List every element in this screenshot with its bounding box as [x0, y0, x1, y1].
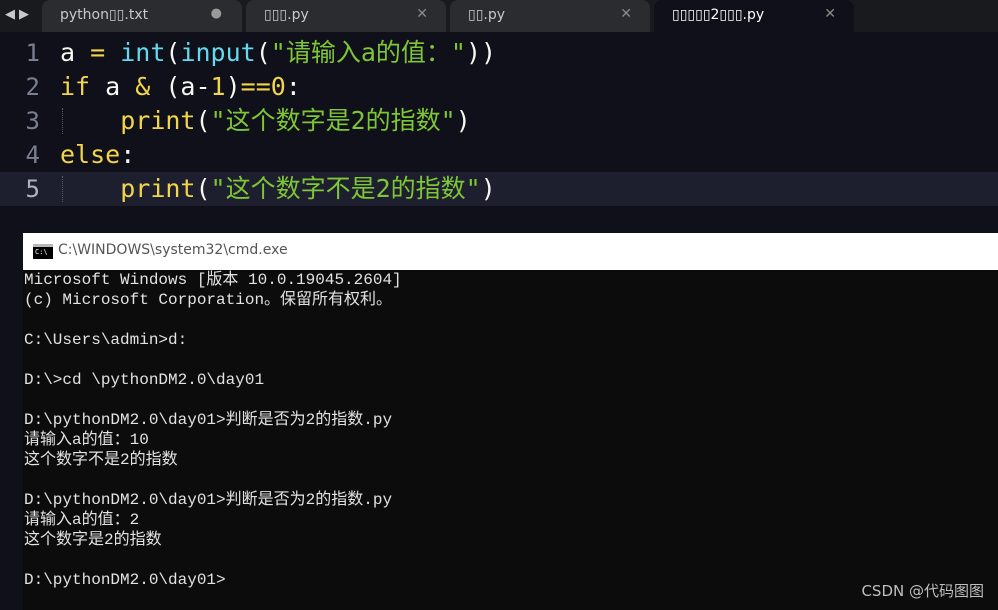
code-token: "这个数字是2的指数" [210, 106, 456, 135]
console-line: D:\pythonDM2.0\day01>判断是否为2的指数.py [24, 411, 393, 429]
code-token: a [90, 72, 136, 101]
code-editor[interactable]: 1 a = int(input("请输入a的值：")) 2 if a & (a-… [0, 32, 998, 232]
line-number: 3 [25, 107, 40, 135]
code-token: print [120, 106, 196, 135]
code-token: else [60, 140, 121, 169]
editor-tab-bar: ◀ ▶ python▯▯.txt ● ▯▯▯.py ✕ ▯▯.py ✕ ▯▯▯▯… [0, 0, 998, 32]
code-token: ( [195, 174, 211, 203]
terminal-icon: C:\ [33, 244, 53, 259]
code-token: )) [465, 38, 497, 67]
code-token: "这个数字不是2的指数" [210, 174, 481, 203]
code-token: : [285, 72, 301, 101]
code-text[interactable]: a = int(input("请输入a的值：")) [60, 36, 496, 70]
tab-label: ▯▯▯.py [264, 7, 309, 23]
console-output[interactable]: Microsoft Windows [版本 10.0.19045.2604] (… [23, 270, 998, 610]
close-icon[interactable]: ✕ [620, 6, 632, 22]
code-text[interactable]: else: [60, 138, 135, 172]
code-token: == [240, 72, 271, 101]
line-number: 2 [25, 73, 40, 101]
code-token: : [120, 140, 136, 169]
tab-file-2[interactable]: ▯▯▯.py ✕ [246, 0, 446, 32]
code-token: ( [255, 38, 271, 67]
console-line: 这个数字是2的指数 [24, 531, 162, 549]
code-token: ) [225, 72, 241, 101]
console-line: D:\>cd \pythonDM2.0\day01 [24, 371, 265, 389]
console-line: 这个数字不是2的指数 [24, 451, 178, 469]
code-token: "请输入a的值：" [270, 38, 466, 67]
close-icon[interactable]: ✕ [824, 6, 836, 22]
code-line-1[interactable]: 1 a = int(input("请输入a的值：")) [0, 36, 998, 70]
code-token: a [60, 38, 91, 67]
terminal-icon-text: C:\ [35, 248, 48, 256]
code-token: int [120, 38, 166, 67]
tab-label: python▯▯.txt [60, 7, 149, 23]
code-line-5[interactable]: 5 print("这个数字不是2的指数") [0, 172, 998, 206]
code-token: print [120, 174, 196, 203]
code-token: (a- [150, 72, 211, 101]
code-token: if [60, 72, 91, 101]
console-line: D:\pythonDM2.0\day01>判断是否为2的指数.py [24, 491, 393, 509]
console-line: Microsoft Windows [版本 10.0.19045.2604] [24, 271, 402, 289]
code-token: ) [455, 106, 471, 135]
code-token: = [90, 38, 106, 67]
console-line: (c) Microsoft Corporation。保留所有权利。 [24, 291, 393, 309]
watermark: CSDN @代码图图 [861, 582, 984, 600]
close-icon[interactable]: ✕ [416, 6, 428, 22]
code-token: ( [195, 106, 211, 135]
tab-python-txt[interactable]: python▯▯.txt ● [42, 0, 242, 32]
line-number: 5 [25, 175, 40, 203]
code-token: & [135, 72, 151, 101]
code-text[interactable]: print("这个数字是2的指数") [60, 104, 471, 138]
console-line: C:\Users\admin>d: [24, 331, 188, 349]
console-window-title: C:\WINDOWS\system32\cmd.exe [58, 242, 288, 258]
code-text[interactable]: print("这个数字不是2的指数") [60, 172, 496, 206]
line-number: 4 [25, 141, 40, 169]
tab-label: ▯▯.py [468, 7, 506, 23]
code-token: ( [165, 38, 181, 67]
code-line-3[interactable]: 3 print("这个数字是2的指数") [0, 104, 998, 138]
console-title-bar[interactable]: C:\ C:\WINDOWS\system32\cmd.exe [23, 233, 998, 270]
code-token: 0 [270, 72, 286, 101]
code-token: input [180, 38, 256, 67]
console-prompt[interactable]: D:\pythonDM2.0\day01> [24, 570, 226, 590]
tab-scroll-right-icon[interactable]: ▶ [14, 0, 34, 32]
tab-file-3[interactable]: ▯▯.py ✕ [450, 0, 650, 32]
console-line: 请输入a的值：10 [24, 431, 149, 449]
code-line-4[interactable]: 4 else: [0, 138, 998, 172]
unsaved-dot-icon[interactable]: ● [211, 6, 222, 21]
code-text[interactable]: if a & (a-1)==0: [60, 70, 301, 104]
tab-label: ▯▯▯▯▯2▯▯▯.py [672, 7, 765, 23]
line-number: 1 [25, 39, 40, 67]
code-token: 1 [210, 72, 226, 101]
code-line-2[interactable]: 2 if a & (a-1)==0: [0, 70, 998, 104]
code-token: ) [480, 174, 496, 203]
tab-active-file[interactable]: ▯▯▯▯▯2▯▯▯.py ✕ [654, 0, 854, 32]
console-line: 请输入a的值：2 [24, 511, 140, 529]
